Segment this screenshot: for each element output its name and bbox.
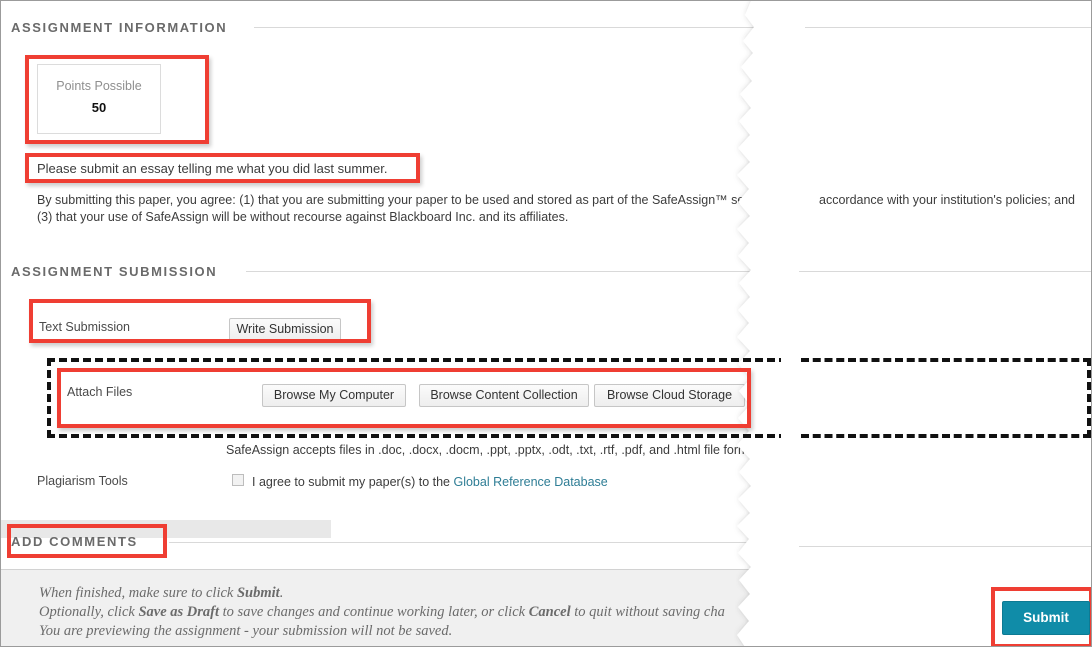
torn-paper-edge bbox=[737, 1, 781, 646]
global-reference-database-checkbox[interactable] bbox=[232, 474, 244, 486]
write-submission-button[interactable]: Write Submission bbox=[229, 318, 341, 341]
section-rule-right-top bbox=[805, 27, 1091, 28]
footer-l1-a: When finished, make sure to click bbox=[39, 585, 237, 601]
safeassign-agreement-line1: By submitting this paper, you agree: (1)… bbox=[37, 193, 749, 207]
plagiarism-tools-label: Plagiarism Tools bbox=[37, 474, 128, 488]
browse-my-computer-button[interactable]: Browse My Computer bbox=[262, 384, 406, 407]
footer-instructions-line3: You are previewing the assignment - your… bbox=[39, 623, 453, 639]
footer-l2-d: Cancel bbox=[528, 604, 571, 620]
right-page-fragment: accordance with your institution's polic… bbox=[781, 1, 1091, 646]
section-rule-right-bottom bbox=[799, 546, 1091, 547]
browse-cloud-storage-button[interactable]: Browse Cloud Storage bbox=[594, 384, 745, 407]
footer-l2-a: Optionally, click bbox=[39, 604, 139, 620]
footer-l1-b: Submit bbox=[236, 585, 280, 601]
points-possible-label: Points Possible bbox=[56, 79, 142, 93]
footer-l2-e: to quit without saving cha bbox=[570, 604, 725, 620]
global-reference-database-agreement: I agree to submit my paper(s) to the Glo… bbox=[252, 474, 608, 491]
points-possible-value: 50 bbox=[91, 100, 107, 115]
accepted-file-formats-note: SafeAssign accepts files in .doc, .docx,… bbox=[226, 443, 749, 457]
footer-instructions: When finished, make sure to click Submit… bbox=[39, 584, 725, 641]
left-page-fragment: ASSIGNMENT INFORMATION Points Possible 5… bbox=[1, 1, 781, 646]
agreement-text: I agree to submit my paper(s) to the bbox=[252, 475, 454, 489]
attach-files-label: Attach Files bbox=[67, 385, 133, 399]
section-header-add-comments: ADD COMMENTS bbox=[11, 534, 138, 549]
footer-instructions-line2: Optionally, click Save as Draft to save … bbox=[39, 603, 725, 622]
attach-files-dashed-outline-right bbox=[801, 358, 1091, 438]
points-possible-card: Points Possible 50 bbox=[37, 64, 161, 134]
text-submission-label: Text Submission bbox=[39, 320, 131, 334]
section-rule-assignment-information bbox=[254, 27, 774, 28]
section-rule-right-mid bbox=[799, 271, 1091, 272]
assignment-instructions: Please submit an essay telling me what y… bbox=[37, 161, 388, 176]
submit-button[interactable]: Submit bbox=[1002, 601, 1090, 635]
assignment-submission-page: accordance with your institution's polic… bbox=[0, 0, 1092, 647]
section-rule-assignment-submission bbox=[246, 271, 774, 272]
footer-l2-c: to save changes and continue working lat… bbox=[219, 604, 529, 620]
global-reference-database-link[interactable]: Global Reference Database bbox=[453, 475, 607, 489]
footer-l1-c: . bbox=[279, 585, 284, 601]
safeassign-agreement-right-text: accordance with your institution's polic… bbox=[819, 193, 1075, 207]
footer-instructions-line1: When finished, make sure to click Submit… bbox=[39, 584, 725, 603]
section-header-assignment-submission: ASSIGNMENT SUBMISSION bbox=[11, 264, 218, 279]
section-header-assignment-information: ASSIGNMENT INFORMATION bbox=[11, 20, 228, 35]
section-rule-add-comments bbox=[169, 542, 774, 543]
footer-bar-left: When finished, make sure to click Submit… bbox=[1, 569, 781, 646]
footer-l2-b: Save as Draft bbox=[138, 604, 220, 620]
safeassign-agreement-line2: (3) that your use of SafeAssign will be … bbox=[37, 210, 569, 224]
browse-content-collection-button[interactable]: Browse Content Collection bbox=[419, 384, 589, 407]
